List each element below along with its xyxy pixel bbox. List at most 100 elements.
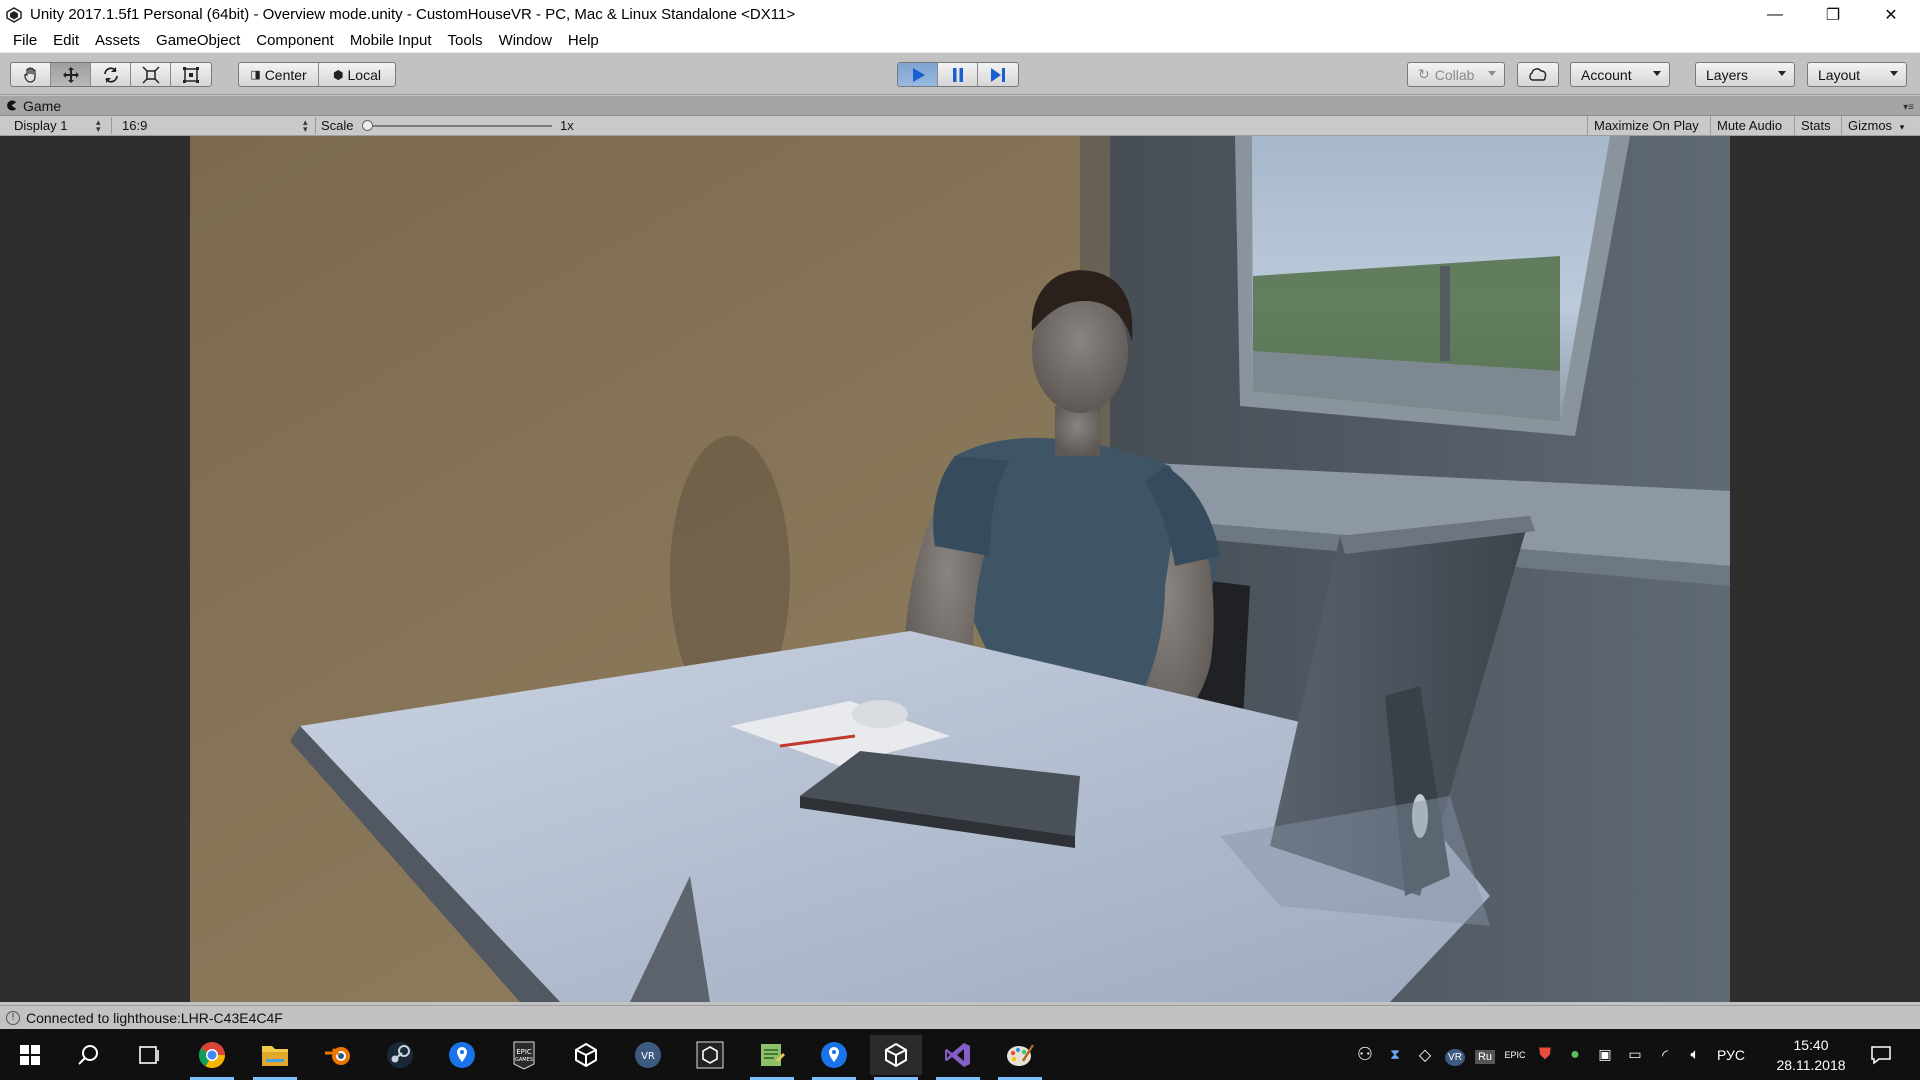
layers-dropdown[interactable]: Layers (1695, 62, 1795, 87)
tray-bluetooth-icon[interactable]: ⧗ (1380, 1046, 1410, 1063)
step-button[interactable] (978, 63, 1018, 86)
aspect-select[interactable]: 16:9 (122, 116, 312, 135)
system-tray: ⚇ ⧗ ◇ VR Ru EPIC ⛊ ● ▣ ▭ ◜ 🔈︎ РУС (1350, 1029, 1752, 1080)
windows-taskbar: EPIC GAMES VR ⚇ ⧗ ◇ VR Ru EPIC ⛊ ● ▣ ▭ ◜… (0, 1029, 1920, 1080)
menu-mobile-input[interactable]: Mobile Input (342, 29, 440, 53)
taskbar-visual-studio[interactable] (932, 1035, 984, 1080)
tray-unity-icon[interactable]: ◇ (1410, 1045, 1440, 1065)
taskbar-chrome[interactable] (186, 1035, 238, 1080)
unity-icon (575, 1042, 597, 1068)
taskbar-maps[interactable] (436, 1035, 488, 1075)
tray-shield-icon[interactable]: ⛊ (1530, 1046, 1560, 1064)
title-bar: Unity 2017.1.5f1 Personal (64bit) - Over… (0, 0, 1920, 29)
game-tab-bar: Game ▾≡ (0, 96, 1920, 116)
taskbar-blender[interactable] (312, 1035, 364, 1075)
battery-icon[interactable]: ▭ (1620, 1046, 1650, 1063)
taskbar-file-explorer[interactable] (249, 1035, 301, 1080)
taskbar-unity-hub[interactable] (560, 1035, 612, 1075)
taskbar-unity-active[interactable] (870, 1035, 922, 1080)
taskbar-maps-2[interactable] (808, 1035, 860, 1080)
cloud-button[interactable] (1517, 62, 1559, 87)
center-pivot-icon: ◨ (250, 69, 261, 81)
step-forward-icon (991, 67, 1005, 82)
play-button[interactable] (898, 63, 938, 86)
taskbar-clock[interactable]: 15:40 28.11.2018 (1766, 1035, 1856, 1075)
scale-slider-track[interactable] (366, 125, 552, 127)
gizmos-arrow-icon: ▾ (1899, 122, 1905, 132)
taskbar-paint[interactable] (994, 1035, 1046, 1080)
notification-icon (1871, 1046, 1891, 1065)
account-dropdown[interactable]: Account (1570, 62, 1670, 87)
scale-label: Scale (321, 118, 354, 133)
taskbar-unity-editor[interactable] (684, 1035, 736, 1075)
menu-help[interactable]: Help (560, 29, 607, 53)
tray-usb-icon[interactable]: ▣ (1590, 1046, 1620, 1063)
collab-dropdown[interactable]: ↻ Collab (1407, 62, 1505, 87)
wifi-icon[interactable]: ◜ (1650, 1046, 1680, 1064)
status-message: Connected to lighthouse:LHR-C43E4C4F (26, 1009, 283, 1026)
pause-button[interactable] (938, 63, 978, 86)
tray-vr-icon[interactable]: VR (1440, 1047, 1470, 1066)
rotate-tool-button[interactable] (91, 63, 131, 86)
unity-dark-icon (696, 1041, 724, 1069)
pause-icon (952, 67, 963, 82)
close-button[interactable]: ✕ (1862, 0, 1920, 29)
people-icon[interactable]: ⚇ (1350, 1044, 1380, 1065)
windows-logo-icon (20, 1045, 40, 1065)
map-pin-icon (449, 1042, 475, 1068)
stats-toggle[interactable]: Stats (1794, 116, 1837, 135)
cloud-icon (1529, 67, 1547, 81)
taskbar-epic-games[interactable]: EPIC GAMES (498, 1035, 550, 1075)
menu-assets[interactable]: Assets (87, 29, 148, 53)
taskbar-steam[interactable] (374, 1035, 426, 1075)
paint-palette-icon (1007, 1044, 1035, 1066)
menu-gameobject[interactable]: GameObject (148, 29, 248, 53)
maximize-on-play-toggle[interactable]: Maximize On Play (1587, 116, 1705, 135)
language-indicator[interactable]: РУС (1710, 1047, 1752, 1063)
start-button[interactable] (4, 1035, 56, 1075)
tab-game[interactable]: Game (6, 96, 61, 116)
unity-logo-icon (4, 5, 24, 25)
menu-bar: File Edit Assets GameObject Component Mo… (0, 29, 1920, 53)
maximize-button[interactable]: ❐ (1804, 0, 1862, 29)
scale-slider-handle[interactable] (362, 120, 373, 131)
pivot-toggles: ◨ Center ⬢ Local (238, 62, 396, 87)
move-tool-button[interactable] (51, 63, 91, 86)
scale-tool-button[interactable] (131, 63, 171, 86)
clock-date: 28.11.2018 (1776, 1057, 1846, 1073)
window-title: Unity 2017.1.5f1 Personal (64bit) - Over… (30, 6, 796, 23)
svg-text:GAMES: GAMES (515, 1057, 533, 1063)
gizmos-dropdown[interactable]: Gizmos ▾ (1841, 116, 1920, 135)
volume-icon[interactable]: 🔈︎ (1680, 1046, 1710, 1063)
map-pin-icon-2 (821, 1042, 847, 1068)
taskbar-vr-app[interactable]: VR (622, 1035, 674, 1075)
menu-tools[interactable]: Tools (440, 29, 491, 53)
menu-window[interactable]: Window (491, 29, 560, 53)
tray-epic-icon[interactable]: EPIC (1500, 1050, 1530, 1060)
menu-file[interactable]: File (5, 29, 45, 53)
visual-studio-icon (945, 1043, 970, 1067)
taskbar-notepad[interactable] (746, 1035, 798, 1080)
move-icon (62, 66, 79, 83)
game-viewport[interactable] (0, 136, 1920, 1002)
search-button[interactable] (63, 1035, 115, 1075)
tray-globe-icon[interactable]: ● (1560, 1046, 1590, 1064)
display-select[interactable]: Display 1 (14, 116, 106, 135)
pivot-center-button[interactable]: ◨ Center (239, 63, 319, 86)
hand-tool-button[interactable] (11, 63, 51, 86)
action-center-button[interactable] (1856, 1035, 1906, 1075)
pivot-local-button[interactable]: ⬢ Local (319, 63, 395, 86)
scale-value: 1x (560, 118, 574, 133)
folder-icon (262, 1046, 288, 1066)
collab-sync-icon: ↻ (1418, 66, 1430, 82)
layout-dropdown[interactable]: Layout (1807, 62, 1907, 87)
minimize-button[interactable]: — (1746, 0, 1804, 29)
tab-options-icon[interactable]: ▾≡ (1903, 102, 1914, 113)
menu-component[interactable]: Component (248, 29, 342, 53)
task-view-button[interactable] (123, 1035, 175, 1075)
rect-tool-button[interactable] (171, 63, 211, 86)
mute-audio-toggle[interactable]: Mute Audio (1710, 116, 1788, 135)
menu-edit[interactable]: Edit (45, 29, 87, 53)
tray-keyboard-ru-icon[interactable]: Ru (1470, 1047, 1500, 1064)
local-cube-icon: ⬢ (333, 67, 344, 82)
